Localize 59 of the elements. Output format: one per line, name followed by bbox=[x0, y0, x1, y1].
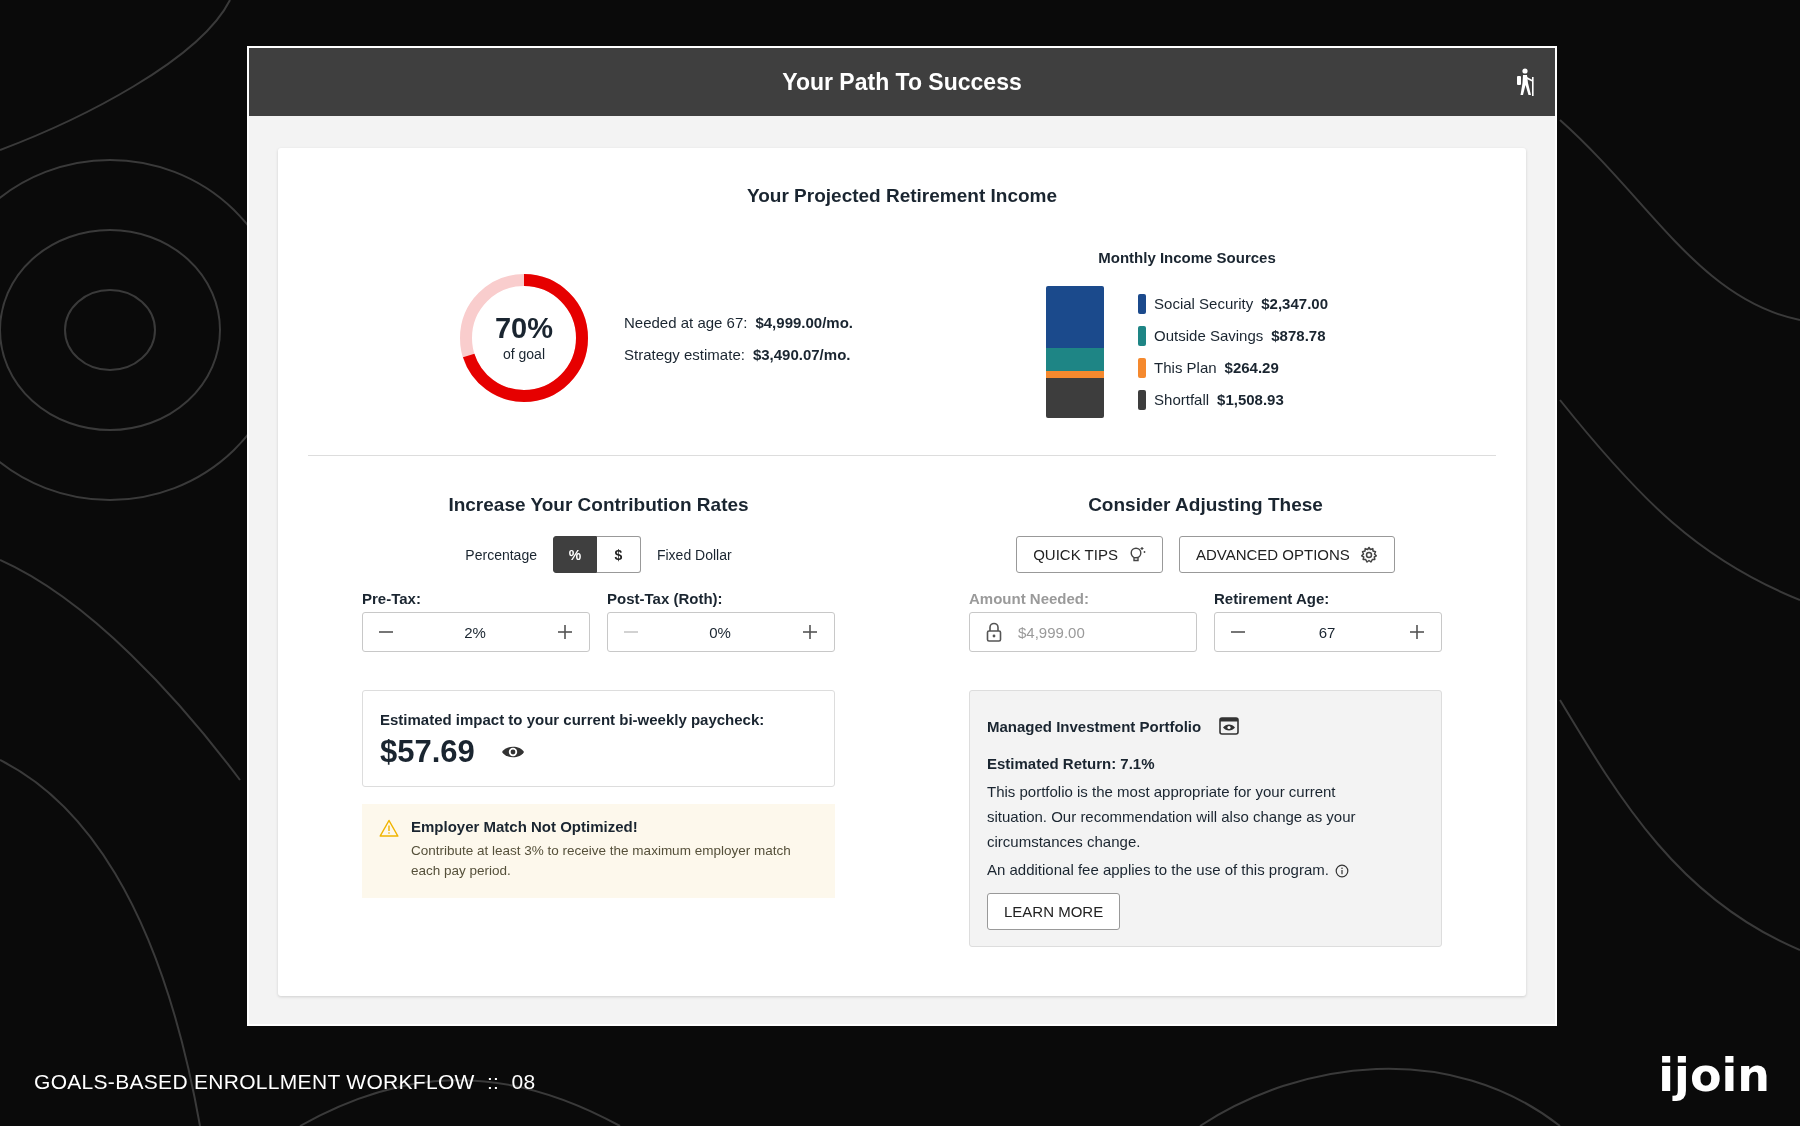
preview-icon[interactable] bbox=[1219, 717, 1240, 735]
estimated-return: Estimated Return: 7.1% bbox=[987, 755, 1156, 772]
plus-icon bbox=[1409, 624, 1425, 640]
unit-toggle-option[interactable]: % bbox=[552, 536, 597, 573]
section-title: Consider Adjusting These bbox=[1087, 494, 1324, 516]
fact-value: $4,999.00/mo. bbox=[755, 313, 853, 331]
info-icon[interactable] bbox=[1334, 863, 1349, 878]
goal-caption: of goal bbox=[502, 346, 545, 362]
alert-title: Employer Match Not Optimized! bbox=[411, 818, 639, 835]
window-title: Your Path To Success bbox=[782, 68, 1022, 96]
legend-label: Social Security bbox=[1154, 295, 1254, 313]
section-title: Increase Your Contribution Rates bbox=[447, 494, 750, 516]
chart-title: Monthly Income Sources bbox=[1098, 249, 1276, 266]
unit-toggle-option[interactable]: $ bbox=[596, 536, 641, 573]
alert-text: Contribute at least 3% to receive the maximum employer match each pay period. bbox=[411, 842, 792, 881]
portfolio-title: Managed Investment Portfolio bbox=[987, 717, 1202, 735]
slide-caption: GOALS-BASED ENROLLMENT WORKFLOW :: 08 bbox=[34, 1070, 536, 1094]
legend-amount: $264.29 bbox=[1224, 359, 1279, 377]
field-label: Pre-Tax: bbox=[362, 590, 422, 607]
legend-label: This Plan bbox=[1154, 359, 1217, 377]
impact-label: Estimated impact to your current bi-weekly paycheck: bbox=[380, 711, 766, 728]
brand-logo: ijoin bbox=[1658, 1048, 1770, 1102]
legend-amount: $1,508.93 bbox=[1217, 391, 1284, 409]
quick-tips-button[interactable]: QUICK TIPS bbox=[1016, 536, 1163, 573]
impact-amount: $57.69 bbox=[380, 734, 475, 770]
portfolio-description: This portfolio is the most appropriate for your current situation. Our recommendation will also change as your circumstances change. bbox=[987, 782, 1357, 852]
fact-label: Needed at age 67: bbox=[624, 313, 748, 331]
stepper-field[interactable]: 2% bbox=[362, 612, 590, 652]
stepper-value: 67 bbox=[1318, 623, 1336, 641]
legend-label: Shortfall bbox=[1154, 391, 1210, 409]
field-label: Amount Needed: bbox=[969, 590, 1090, 607]
warning-icon bbox=[379, 819, 399, 837]
stepper-value: 0% bbox=[709, 623, 731, 641]
eye-icon[interactable] bbox=[500, 744, 525, 760]
toggle-label: Fixed Dollar bbox=[656, 546, 732, 563]
stepper-field[interactable]: 67 bbox=[1214, 612, 1442, 652]
stepper-field[interactable]: 0% bbox=[607, 612, 835, 652]
field-label: Post-Tax (Roth): bbox=[607, 590, 724, 607]
settings-icon bbox=[1359, 545, 1378, 564]
fact-value: $3,490.07/mo. bbox=[752, 345, 851, 363]
minus-icon bbox=[379, 631, 393, 633]
lock-icon bbox=[986, 622, 1002, 642]
minus-icon bbox=[1231, 631, 1245, 633]
learn-more-button[interactable]: LEARN MORE bbox=[987, 893, 1121, 930]
legend-label: Outside Savings bbox=[1154, 327, 1264, 345]
goal-percent: 70% bbox=[494, 314, 553, 343]
minus-icon bbox=[624, 631, 638, 633]
field-label: Retirement Age: bbox=[1214, 590, 1331, 607]
plus-icon bbox=[557, 624, 573, 640]
legend-amount: $878.78 bbox=[1271, 327, 1326, 345]
fee-note: An additional fee applies to the use of this program. bbox=[987, 860, 1329, 881]
section-title: Your Projected Retirement Income bbox=[745, 185, 1059, 207]
legend-amount: $2,347.00 bbox=[1261, 295, 1328, 313]
amount-value: $4,999.00 bbox=[1018, 623, 1085, 641]
advanced-options-button[interactable]: ADVANCED OPTIONS bbox=[1178, 536, 1395, 573]
fact-label: Strategy estimate: bbox=[624, 345, 745, 363]
plus-icon bbox=[802, 624, 818, 640]
toggle-label: Percentage bbox=[465, 546, 537, 563]
stepper-value: 2% bbox=[464, 623, 486, 641]
